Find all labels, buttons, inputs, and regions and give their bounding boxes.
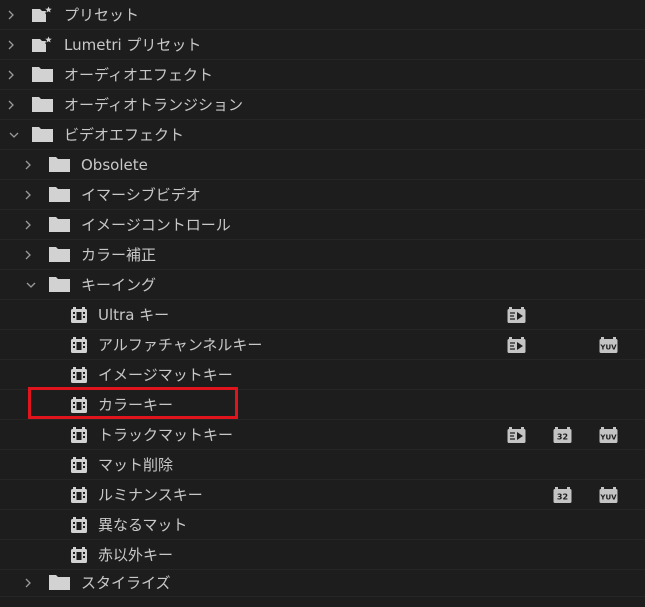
effect-item-alpha-channel-key[interactable]: アルファチャンネルキー YUV — [0, 330, 645, 360]
folder-icon — [31, 125, 54, 143]
folder-icon — [31, 65, 54, 83]
32-badge-text: 32 — [557, 492, 568, 501]
video-effect-icon — [70, 366, 88, 384]
video-effect-icon — [70, 486, 88, 504]
effect-item-non-red-key[interactable]: 赤以外キー — [0, 540, 645, 570]
tree-item-image-control[interactable]: イメージコントロール — [0, 210, 645, 240]
tree-item-label: イマーシブビデオ — [81, 185, 201, 204]
folder-icon — [31, 95, 54, 113]
effect-item-label: トラックマットキー — [98, 425, 234, 444]
effect-item-label: ルミナンスキー — [98, 485, 203, 504]
tree-item-audio-transitions[interactable]: オーディオトランジション — [0, 90, 645, 120]
yuv-effect-icon: YUV — [599, 426, 618, 443]
effect-item-label: イメージマットキー — [98, 365, 233, 384]
chevron-right-icon[interactable] — [21, 218, 35, 232]
effect-item-color-key[interactable]: カラーキー — [0, 390, 645, 420]
chevron-down-icon[interactable] — [24, 278, 38, 292]
32-badge-text: 32 — [557, 432, 568, 441]
tree-item-stylize[interactable]: スタイライズ — [0, 570, 645, 597]
tree-item-immersive-video[interactable]: イマーシブビデオ — [0, 180, 645, 210]
folder-icon — [48, 155, 71, 173]
tree-item-label: スタイライズ — [81, 574, 171, 592]
yuv-effect-icon: YUV — [599, 336, 618, 353]
effect-item-difference-matte[interactable]: 異なるマット — [0, 510, 645, 540]
folder-icon — [48, 215, 71, 233]
video-effect-icon — [70, 456, 88, 474]
video-effect-icon — [70, 516, 88, 534]
effect-item-label: カラーキー — [98, 395, 174, 414]
chevron-right-icon[interactable] — [4, 68, 18, 82]
accelerated-effect-icon — [507, 426, 526, 443]
preset-folder-icon — [31, 4, 54, 23]
video-effect-icon — [70, 306, 88, 324]
folder-icon — [48, 573, 71, 591]
accelerated-effect-icon — [507, 336, 526, 353]
yuv-badge-text: YUV — [599, 433, 617, 441]
tree-item-label: ビデオエフェクト — [64, 125, 185, 144]
yuv-badge-text: YUV — [599, 493, 617, 501]
chevron-right-icon[interactable] — [21, 158, 35, 172]
effect-item-image-matte-key[interactable]: イメージマットキー — [0, 360, 645, 390]
tree-item-color-correction[interactable]: カラー補正 — [0, 240, 645, 270]
chevron-right-icon[interactable] — [4, 8, 18, 22]
folder-icon — [48, 275, 71, 293]
accelerated-effect-icon — [507, 306, 526, 323]
32bit-effect-icon: 32 — [553, 486, 572, 503]
video-effect-icon — [70, 396, 88, 414]
32bit-effect-icon: 32 — [553, 426, 572, 443]
effect-item-track-matte-key[interactable]: トラックマットキー 32 YUV — [0, 420, 645, 450]
chevron-right-icon[interactable] — [4, 38, 18, 52]
yuv-effect-icon: YUV — [599, 486, 618, 503]
tree-item-label: イメージコントロール — [81, 215, 231, 234]
folder-icon — [48, 245, 71, 263]
effect-item-label: Ultra キー — [98, 305, 170, 324]
yuv-badge-text: YUV — [599, 343, 617, 351]
tree-item-label: Obsolete — [81, 155, 148, 174]
chevron-right-icon[interactable] — [21, 248, 35, 262]
tree-item-presets[interactable]: プリセット — [0, 0, 645, 30]
video-effect-icon — [70, 426, 88, 444]
tree-item-label: Lumetri プリセット — [64, 35, 202, 54]
tree-item-keying[interactable]: キーイング — [0, 270, 645, 300]
effect-item-luma-key[interactable]: ルミナンスキー 32 YUV — [0, 480, 645, 510]
tree-item-lumetri-presets[interactable]: Lumetri プリセット — [0, 30, 645, 60]
tree-item-obsolete[interactable]: Obsolete — [0, 150, 645, 180]
effect-item-ultra-key[interactable]: Ultra キー — [0, 300, 645, 330]
tree-item-video-effects[interactable]: ビデオエフェクト — [0, 120, 645, 150]
tree-item-label: キーイング — [81, 275, 157, 294]
effects-tree: プリセット Lumetri プリセット オーディオエフェクト オーディオトランジ… — [0, 0, 645, 597]
chevron-right-icon[interactable] — [21, 188, 35, 202]
effect-item-label: マット削除 — [98, 455, 174, 474]
video-effect-icon — [70, 336, 88, 354]
video-effect-icon — [70, 546, 88, 564]
tree-item-label: プリセット — [64, 5, 140, 24]
tree-item-label: カラー補正 — [81, 245, 157, 264]
tree-item-label: オーディオエフェクト — [64, 65, 213, 84]
effect-item-label: 異なるマット — [98, 515, 188, 534]
chevron-right-icon[interactable] — [4, 98, 18, 112]
tree-item-label: オーディオトランジション — [64, 95, 243, 114]
tree-item-audio-effects[interactable]: オーディオエフェクト — [0, 60, 645, 90]
effect-item-label: 赤以外キー — [98, 545, 174, 564]
folder-icon — [48, 185, 71, 203]
preset-folder-icon — [31, 34, 54, 53]
chevron-right-icon[interactable] — [21, 576, 35, 590]
effect-item-label: アルファチャンネルキー — [98, 335, 263, 354]
chevron-down-icon[interactable] — [7, 128, 21, 142]
effect-item-remove-matte[interactable]: マット削除 — [0, 450, 645, 480]
